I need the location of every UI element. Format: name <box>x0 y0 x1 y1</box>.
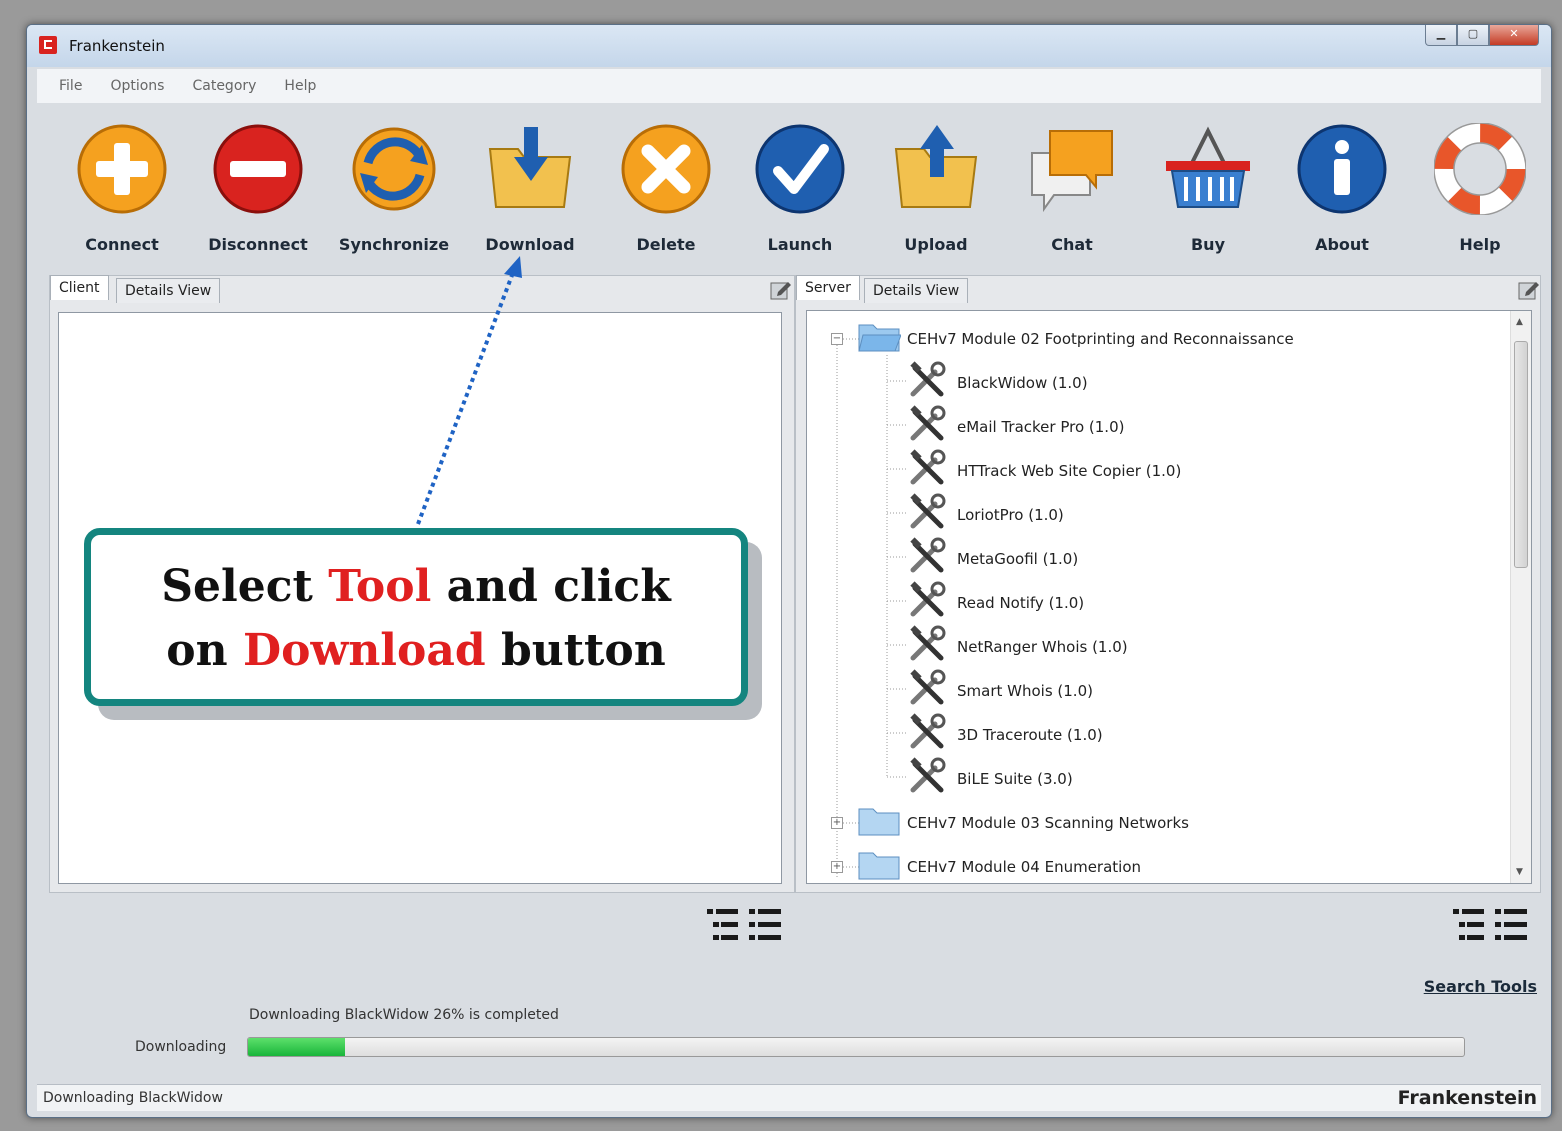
instruction-callout: Select Tool and click on Download button <box>84 528 748 706</box>
